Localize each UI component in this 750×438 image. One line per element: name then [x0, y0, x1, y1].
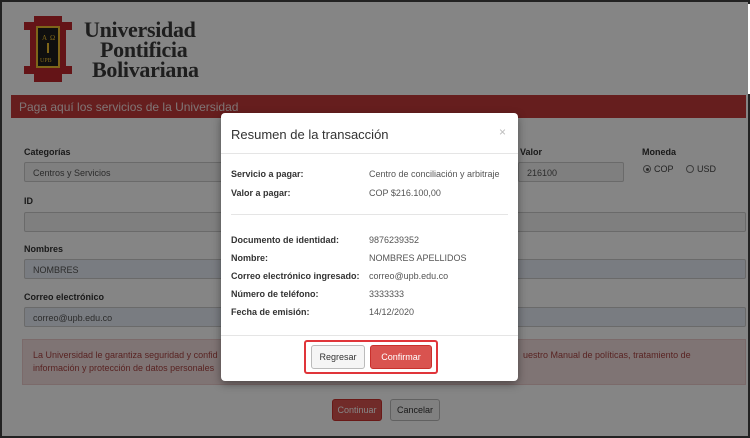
- modal-footer-divider: [221, 335, 518, 336]
- correo-ingresado-label: Correo electrónico ingresado:: [231, 271, 360, 281]
- nombre-label: Nombre:: [231, 253, 269, 263]
- modal-section-divider: [231, 214, 508, 215]
- documento-label: Documento de identidad:: [231, 235, 339, 245]
- documento-value: 9876239352: [369, 235, 420, 245]
- regresar-button[interactable]: Regresar: [311, 345, 365, 369]
- servicio-value: Centro de conciliación y arbitraje: [369, 169, 500, 179]
- valor-pagar-value: COP $216.100,00: [369, 188, 441, 198]
- modal-title: Resumen de la transacción: [231, 127, 389, 142]
- fecha-value: 14/12/2020: [369, 307, 415, 317]
- correo-ingresado-value: correo@upb.edu.co: [369, 271, 449, 281]
- servicio-label: Servicio a pagar:: [231, 169, 304, 179]
- valor-pagar-label: Valor a pagar:: [231, 188, 291, 198]
- telefono-label: Número de teléfono:: [231, 289, 319, 299]
- close-icon[interactable]: ×: [499, 125, 506, 139]
- fecha-label: Fecha de emisión:: [231, 307, 310, 317]
- telefono-value: 3333333: [369, 289, 405, 299]
- confirmar-button[interactable]: Confirmar: [370, 345, 432, 369]
- nombre-value: NOMBRES APELLIDOS: [369, 253, 467, 263]
- transaction-summary-modal: Resumen de la transacción × Servicio a p…: [221, 113, 518, 381]
- modal-header-divider: [221, 153, 518, 154]
